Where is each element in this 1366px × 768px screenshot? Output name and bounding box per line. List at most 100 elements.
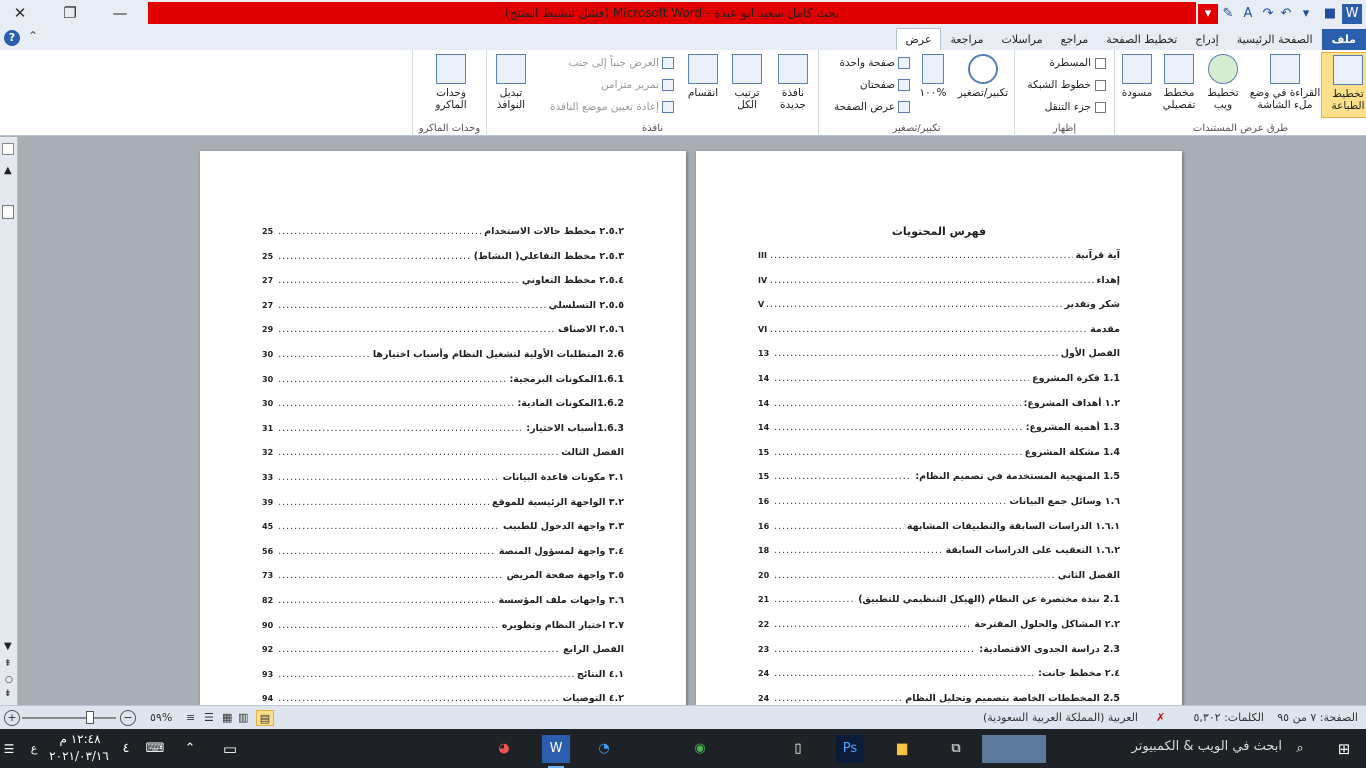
toc-row[interactable]: ........................................… [262, 544, 624, 559]
full-screen-reading-button[interactable]: القراءة في وضع ملء الشاشة [1249, 52, 1321, 118]
help-icon[interactable]: ? [4, 30, 20, 46]
toc-row[interactable]: ........................................… [758, 347, 1120, 362]
toc-row[interactable]: ........................................… [758, 322, 1120, 337]
toc-row[interactable]: ........................................… [758, 593, 1120, 608]
language-indicator[interactable]: العربية (المملكة العربية السعودية) [983, 710, 1138, 726]
notification-count[interactable]: ٤ [112, 735, 140, 763]
tab-review[interactable]: مراجعة [941, 29, 992, 51]
toc-row[interactable]: ........................................… [262, 274, 624, 289]
print-layout-view-icon[interactable]: ▤ [256, 710, 274, 726]
toc-row[interactable]: ........................................… [758, 470, 1120, 485]
toc-row[interactable]: ........................................… [758, 667, 1120, 682]
task-view-icon[interactable]: ⧉ [942, 735, 970, 763]
tab-references[interactable]: مراجع [1052, 29, 1098, 51]
proofing-icon[interactable]: ✗ [1156, 710, 1172, 726]
toc-row[interactable]: ........................................… [262, 692, 624, 705]
one-page-button[interactable]: صفحة واحدة [840, 54, 910, 72]
next-page-icon[interactable]: ⇟ [4, 689, 12, 699]
page-width-button[interactable]: عرض الصفحة [834, 98, 910, 116]
word-count[interactable]: الكلمات: ٥,٣٠٢ [1193, 710, 1264, 726]
toc-row[interactable]: ........................................… [262, 421, 624, 436]
show-hidden-icons[interactable]: ⌃ [176, 735, 204, 763]
two-pages-button[interactable]: صفحتان [860, 76, 910, 94]
outline-button[interactable]: مخطط تفصيلي [1157, 52, 1201, 118]
toc-row[interactable]: ........................................… [262, 225, 624, 239]
spelling-icon[interactable]: A [1238, 4, 1258, 24]
close-window-button[interactable]: ✕ [4, 2, 36, 24]
redo-icon[interactable]: ↷ [1258, 4, 1278, 24]
toc-row[interactable]: ........................................… [758, 249, 1120, 263]
word-taskbar-icon[interactable]: W [542, 735, 570, 768]
photoshop-icon[interactable]: Ps [836, 735, 864, 763]
action-center-icon[interactable]: ▭ [216, 735, 244, 763]
tab-view[interactable]: عرض [895, 28, 942, 51]
save-icon[interactable]: ■ [1320, 4, 1340, 24]
toc-row[interactable]: ........................................… [758, 445, 1120, 460]
draft-button[interactable]: مسودة [1117, 52, 1157, 118]
toc-row[interactable]: ........................................… [758, 495, 1120, 509]
toc-row[interactable]: ........................................… [758, 519, 1120, 534]
toc-row[interactable]: ........................................… [262, 643, 624, 658]
page-counter[interactable]: الصفحة: ٧ من ٩٥ [1277, 710, 1358, 726]
toc-row[interactable]: ........................................… [758, 298, 1120, 313]
toc-row[interactable]: ........................................… [758, 372, 1120, 386]
tab-mailings[interactable]: مراسلات [992, 29, 1051, 51]
toc-row[interactable]: ........................................… [262, 495, 624, 510]
browse-object-icon[interactable]: ○ [5, 675, 13, 685]
reset-window-position-button[interactable]: إعادة تعيين موضع النافذة [550, 98, 674, 116]
clock-date[interactable]: ٢٠٢١/٠٣/١٦ [44, 749, 114, 763]
keyboard-icon[interactable]: ⌨ [140, 735, 170, 763]
search-box[interactable]: ابحث في الويب & الكمبيوتر [1132, 739, 1282, 754]
tab-page-layout[interactable]: تخطيط الصفحة [1097, 29, 1186, 51]
toc-row[interactable]: ........................................… [758, 273, 1120, 288]
outline-view-icon[interactable]: ☰ [204, 710, 214, 726]
notepad-icon[interactable]: ▯ [784, 735, 812, 763]
side-by-side-button[interactable]: العرض جنباً إلى جنب [568, 54, 674, 72]
prev-page-icon[interactable]: ⇞ [4, 659, 12, 669]
new-window-button[interactable]: نافذة جديدة [769, 52, 817, 118]
zoom-button[interactable]: تكبير/تصغير [953, 52, 1013, 118]
app-icon[interactable]: ◕ [490, 735, 518, 763]
nav-pane-checkbox[interactable]: جزء التنقل [1045, 98, 1106, 116]
undo-dropdown-icon[interactable]: ▾ [1296, 4, 1316, 24]
zoom-level[interactable]: ٥٩% [150, 710, 172, 726]
macros-button[interactable]: وحدات الماكرو [423, 52, 479, 118]
zoom-100-button[interactable]: ١٠٠% [915, 52, 951, 118]
zoom-slider-thumb[interactable] [86, 711, 94, 724]
full-screen-view-icon[interactable]: ▥ [238, 710, 248, 726]
zoom-slider[interactable] [22, 717, 116, 719]
arrange-all-button[interactable]: ترتيب الكل [725, 52, 769, 118]
ruler-checkbox[interactable]: المسطرة [1050, 54, 1106, 72]
scroll-thumb[interactable] [2, 205, 14, 219]
toc-row[interactable]: ........................................… [262, 446, 624, 461]
language-bar[interactable]: ع [20, 735, 48, 763]
collapse-ribbon-icon[interactable]: ⌃ [28, 29, 38, 43]
toc-row[interactable]: ........................................… [262, 618, 624, 633]
switch-windows-button[interactable]: تبديل النوافذ [489, 52, 533, 118]
web-layout-button[interactable]: تخطيط ويب [1201, 52, 1245, 118]
ruler-toggle-icon[interactable] [2, 143, 14, 155]
tab-file[interactable]: ملف [1321, 29, 1366, 51]
print-layout-button[interactable]: تخطيط الطباعة [1321, 52, 1366, 118]
scroll-up-icon[interactable]: ▲ [4, 165, 12, 176]
toc-row[interactable]: ........................................… [262, 594, 624, 608]
windows-start-icon[interactable]: ⊞ [1330, 735, 1358, 763]
toc-row[interactable]: ........................................… [758, 642, 1120, 657]
clock-time[interactable]: ١٢:٤٨ م [54, 732, 106, 746]
toc-row[interactable]: ........................................… [758, 396, 1120, 411]
tab-insert[interactable]: إدراج [1186, 29, 1227, 51]
split-button[interactable]: انقسام [681, 52, 725, 118]
toc-row[interactable]: ........................................… [262, 323, 624, 338]
toc-row[interactable]: ........................................… [758, 618, 1120, 632]
minimize-window-button[interactable]: — [104, 2, 136, 24]
format-painter-icon[interactable]: ✎ [1218, 4, 1238, 24]
gridlines-checkbox[interactable]: خطوط الشبكة [1027, 76, 1106, 94]
tab-home[interactable]: الصفحة الرئيسية [1228, 29, 1322, 51]
file-explorer-icon[interactable]: ▆ [888, 735, 916, 763]
toc-row[interactable]: ........................................… [758, 421, 1120, 436]
toc-row[interactable]: ........................................… [262, 667, 624, 682]
undo-icon[interactable]: ↶ [1276, 4, 1296, 24]
scroll-down-icon[interactable]: ▼ [4, 641, 12, 652]
maximize-window-button[interactable]: ❐ [54, 2, 86, 24]
sync-scroll-button[interactable]: تمرير متزامن [601, 76, 674, 94]
